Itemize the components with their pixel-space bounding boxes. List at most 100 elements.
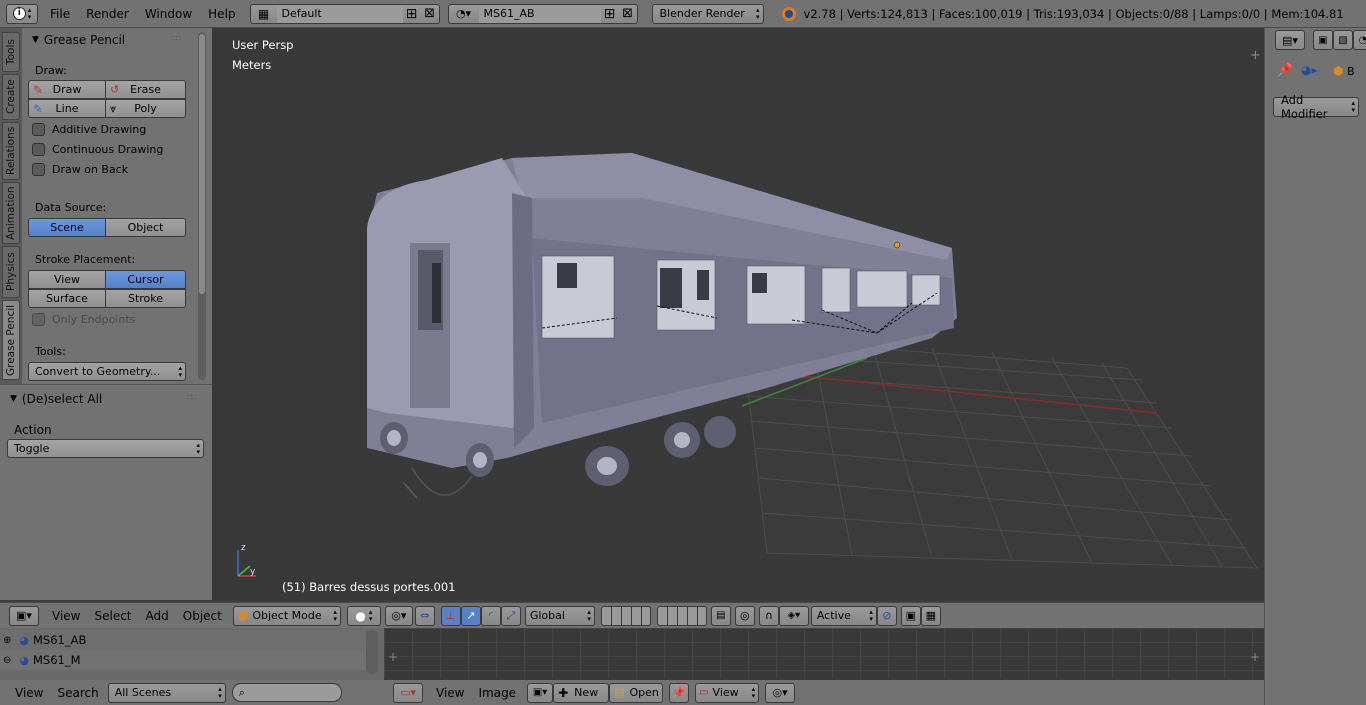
action-dropdown[interactable]: Toggle ▴ ▾ — [7, 439, 204, 458]
collapse-icon[interactable]: ⊖ — [3, 655, 11, 666]
3d-viewport[interactable]: User Persp Meters + z y (51) Barres dess… — [212, 28, 1264, 600]
props-editor-type-button[interactable]: ▤▾ — [1275, 30, 1305, 50]
continuous-drawing-checkbox[interactable] — [32, 143, 45, 156]
image-browse-button[interactable]: ▣▾ — [527, 682, 554, 703]
tab-relations[interactable]: Relations — [2, 122, 20, 180]
only-endpoints-checkbox[interactable] — [32, 313, 45, 326]
pin-icon[interactable]: 📌 — [1277, 63, 1293, 78]
layers-group-1[interactable] — [600, 605, 651, 626]
tab-physics[interactable]: Physics — [2, 246, 20, 298]
menu-select[interactable]: Select — [87, 609, 138, 623]
outliner-item-label[interactable]: MS61_M — [33, 653, 81, 667]
opengl-anim-button[interactable]: ▦ — [920, 605, 941, 626]
proportional-edit-button[interactable]: ◎ — [734, 605, 755, 626]
snap-target-dropdown[interactable]: Active ▴ ▾ — [810, 605, 877, 626]
add-region-icon[interactable]: + — [388, 650, 398, 664]
tab-tools[interactable]: Tools — [2, 32, 20, 72]
data-source-object-button[interactable]: Object — [105, 218, 186, 237]
editor-type-button[interactable]: ▣▾ — [9, 605, 39, 626]
poly-button[interactable]: ⩔ Poly — [105, 99, 186, 118]
manipulator-toggle[interactable]: ⇔ — [414, 605, 435, 626]
scene-tab[interactable]: ◔ — [1353, 30, 1366, 50]
move-manip-button[interactable]: ↗ — [460, 605, 481, 626]
convert-to-geometry-dropdown[interactable]: Convert to Geometry... ▴ ▾ — [28, 362, 186, 381]
operator-header[interactable]: ▼ (De)select All — [10, 392, 102, 406]
uv-menu-view[interactable]: View — [429, 686, 471, 700]
shading-dropdown[interactable]: ● ▴ ▾ — [346, 605, 381, 626]
grease-pencil-header[interactable]: ▼ Grease Pencil — [32, 33, 125, 47]
scene-selector[interactable]: ◔▾ MS61_AB ⊞ ⊠ — [447, 3, 638, 24]
expand-icon[interactable]: ⊕ — [3, 635, 11, 646]
render-layers-tab[interactable]: ▧ — [1333, 30, 1353, 50]
layers-group-2[interactable] — [656, 605, 707, 626]
open-image-button[interactable]: ▤ Open — [609, 682, 664, 703]
erase-button[interactable]: ↺ Erase — [105, 80, 186, 99]
uv-menu-image[interactable]: Image — [471, 686, 523, 700]
uv-editor-type-button[interactable]: ▭▾ — [393, 682, 423, 703]
new-image-button[interactable]: ✚ New — [553, 682, 610, 703]
mode-dropdown[interactable]: ⬢ Object Mode ▴ ▾ — [232, 605, 341, 626]
placement-cursor-button[interactable]: Cursor — [105, 270, 186, 289]
panel-scrollbar[interactable] — [198, 32, 206, 380]
placement-surface-button[interactable]: Surface — [28, 289, 106, 308]
menu-window[interactable]: Window — [137, 7, 200, 21]
translate-button[interactable]: ⊥ — [440, 605, 461, 626]
outliner-row[interactable]: ⊕ ◕ MS61_AB — [0, 630, 366, 650]
orientation-dropdown[interactable]: Global ▴ ▾ — [524, 605, 595, 626]
outliner-scrollbar[interactable] — [366, 630, 378, 674]
tab-animation[interactable]: Animation — [2, 182, 20, 244]
placement-stroke-button[interactable]: Stroke — [105, 289, 186, 308]
add-scene-icon[interactable]: ⊞ — [601, 6, 619, 22]
align-rotation-button[interactable]: ⊘ — [876, 605, 897, 626]
scene-name[interactable]: MS61_AB — [478, 4, 601, 23]
add-layout-icon[interactable]: ⊞ — [403, 6, 421, 22]
layer-lock-button[interactable]: ▤ — [710, 605, 731, 626]
render-engine-dropdown[interactable]: Blender Render ▴ ▾ — [651, 3, 764, 24]
outliner-menu-view[interactable]: View — [8, 686, 50, 700]
draw-on-back-label[interactable]: Draw on Back — [52, 163, 128, 176]
menu-file[interactable]: File — [42, 7, 78, 21]
mode-view-dropdown[interactable]: ▭ View ▴ ▾ — [695, 682, 760, 703]
line-button[interactable]: ✎ Line — [28, 99, 106, 118]
opengl-render-button[interactable]: ▣ — [900, 605, 921, 626]
menu-render[interactable]: Render — [78, 7, 137, 21]
draw-button[interactable]: ✎ Draw — [28, 80, 106, 99]
pin-image-button[interactable]: 📌 — [669, 682, 690, 703]
outliner-search-input[interactable]: ⌕ — [231, 683, 342, 702]
drag-handle-icon[interactable]: ∷∷ — [172, 34, 181, 43]
scale-button[interactable]: ⤢ — [500, 605, 521, 626]
menu-help[interactable]: Help — [200, 7, 243, 21]
screen-layout-selector[interactable]: ▦ Default ⊞ ⊠ — [249, 3, 440, 24]
draw-on-back-checkbox[interactable] — [32, 163, 45, 176]
render-tab[interactable]: ▣ — [1313, 30, 1333, 50]
continuous-drawing-label[interactable]: Continuous Drawing — [52, 143, 163, 156]
display-mode-dropdown[interactable]: All Scenes ▴ ▾ — [107, 682, 226, 703]
additive-drawing-label[interactable]: Additive Drawing — [52, 123, 146, 136]
outliner-row[interactable]: ⊖ ◕ MS61_M — [0, 650, 366, 670]
pivot-dropdown[interactable]: ◎▾ — [384, 605, 413, 626]
menu-object[interactable]: Object — [176, 609, 229, 623]
rotate-button[interactable]: ◜ — [480, 605, 501, 626]
snap-toggle[interactable]: ∩ — [758, 605, 779, 626]
tab-grease-pencil[interactable]: Grease Pencil — [2, 300, 20, 380]
image-editor-canvas[interactable] — [384, 628, 1264, 678]
menu-add[interactable]: Add — [139, 609, 176, 623]
scrollbar-thumb[interactable] — [199, 34, 205, 294]
tab-create[interactable]: Create — [2, 74, 20, 120]
remove-scene-icon[interactable]: ⊠ — [619, 6, 637, 21]
snap-element-dropdown[interactable]: ◈▾ — [778, 605, 809, 626]
editor-type-info-button[interactable]: i ▴ ▾ — [6, 3, 38, 24]
remove-layout-icon[interactable]: ⊠ — [421, 6, 439, 21]
placement-view-button[interactable]: View — [28, 270, 106, 289]
pivot-uv-dropdown[interactable]: ◎▾ — [765, 682, 796, 703]
menu-view[interactable]: View — [45, 609, 87, 623]
additive-drawing-checkbox[interactable] — [32, 123, 45, 136]
add-region-icon[interactable]: + — [1250, 650, 1260, 664]
drag-handle-icon[interactable]: ∷∷ — [187, 393, 196, 402]
outliner-menu-search[interactable]: Search — [50, 686, 105, 700]
data-source-scene-button[interactable]: Scene — [28, 218, 106, 237]
only-endpoints-label[interactable]: Only Endpoints — [52, 313, 135, 326]
screen-layout-name[interactable]: Default — [276, 4, 403, 23]
outliner-item-label[interactable]: MS61_AB — [33, 633, 86, 647]
add-modifier-dropdown[interactable]: Add Modifier ▴ ▾ — [1273, 93, 1359, 121]
